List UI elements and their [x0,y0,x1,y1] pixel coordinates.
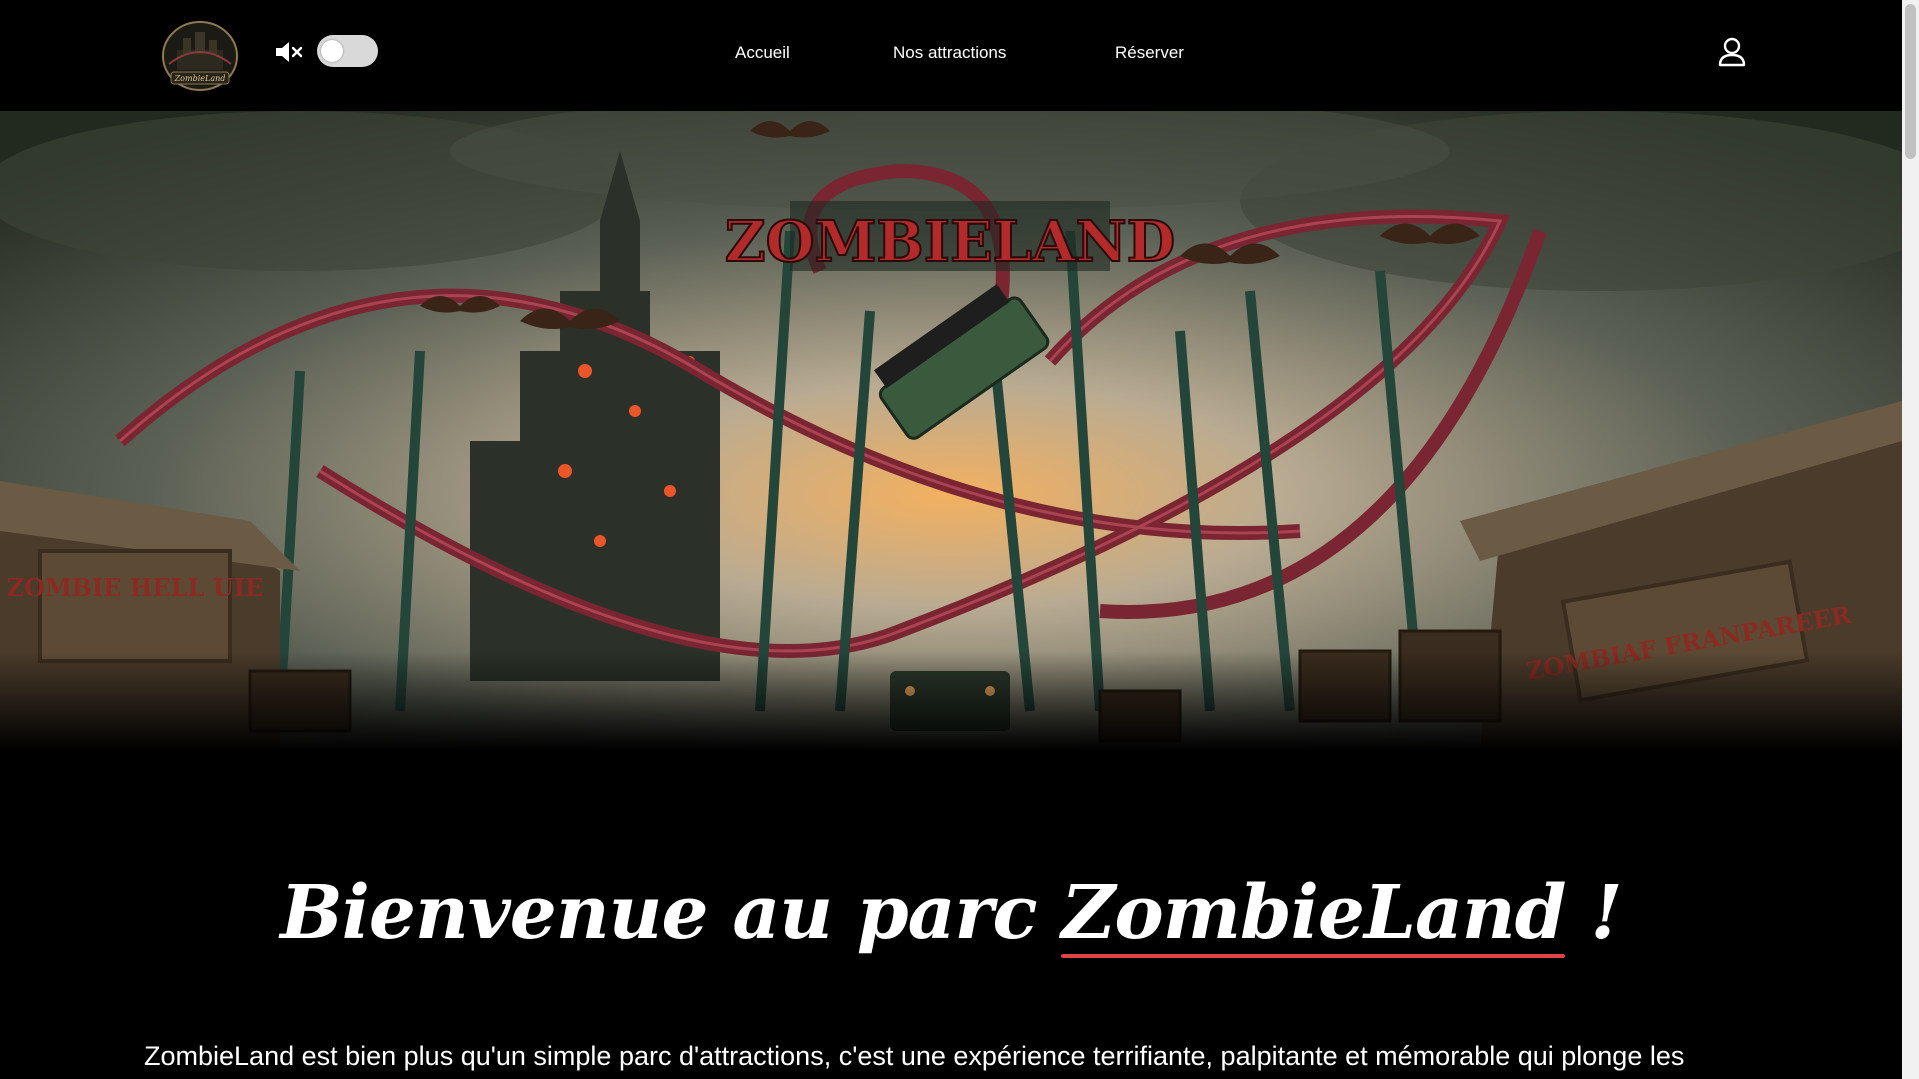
logo-text: ZombieLand [174,74,226,83]
zombieland-logo[interactable]: ZombieLand [161,20,239,92]
hero-banner-image: ZOMBIELAND ZOMBIE HELL UIE ZOMBIAF FRANP… [0,111,1902,751]
page: ZombieLand Accueil Nos attractions Réser… [0,0,1902,1079]
nav-link-reserver[interactable]: Réserver [1115,43,1184,63]
nav-link-attractions[interactable]: Nos attractions [893,43,1006,63]
hero-sign-text: ZOMBIELAND [725,209,1175,275]
welcome-heading: Bienvenue au parc ZombieLand ! [0,869,1902,958]
welcome-brand: ZombieLand [1061,869,1566,958]
speaker-muted-icon[interactable] [274,38,304,66]
site-header: ZombieLand Accueil Nos attractions Réser… [0,0,1902,111]
page-scrollbar[interactable] [1902,0,1919,1079]
user-account-icon[interactable] [1716,36,1748,68]
nav-link-accueil[interactable]: Accueil [735,43,790,63]
intro-paragraph: ZombieLand est bien plus qu'un simple pa… [144,1041,1685,1071]
scrollbar-thumb[interactable] [1905,4,1916,159]
sound-toggle-switch[interactable] [317,35,378,67]
welcome-suffix: ! [1565,869,1623,956]
left-sign-text: ZOMBIE HELL UIE [7,573,264,602]
toggle-knob [321,40,343,62]
welcome-prefix: Bienvenue au parc [280,869,1062,956]
